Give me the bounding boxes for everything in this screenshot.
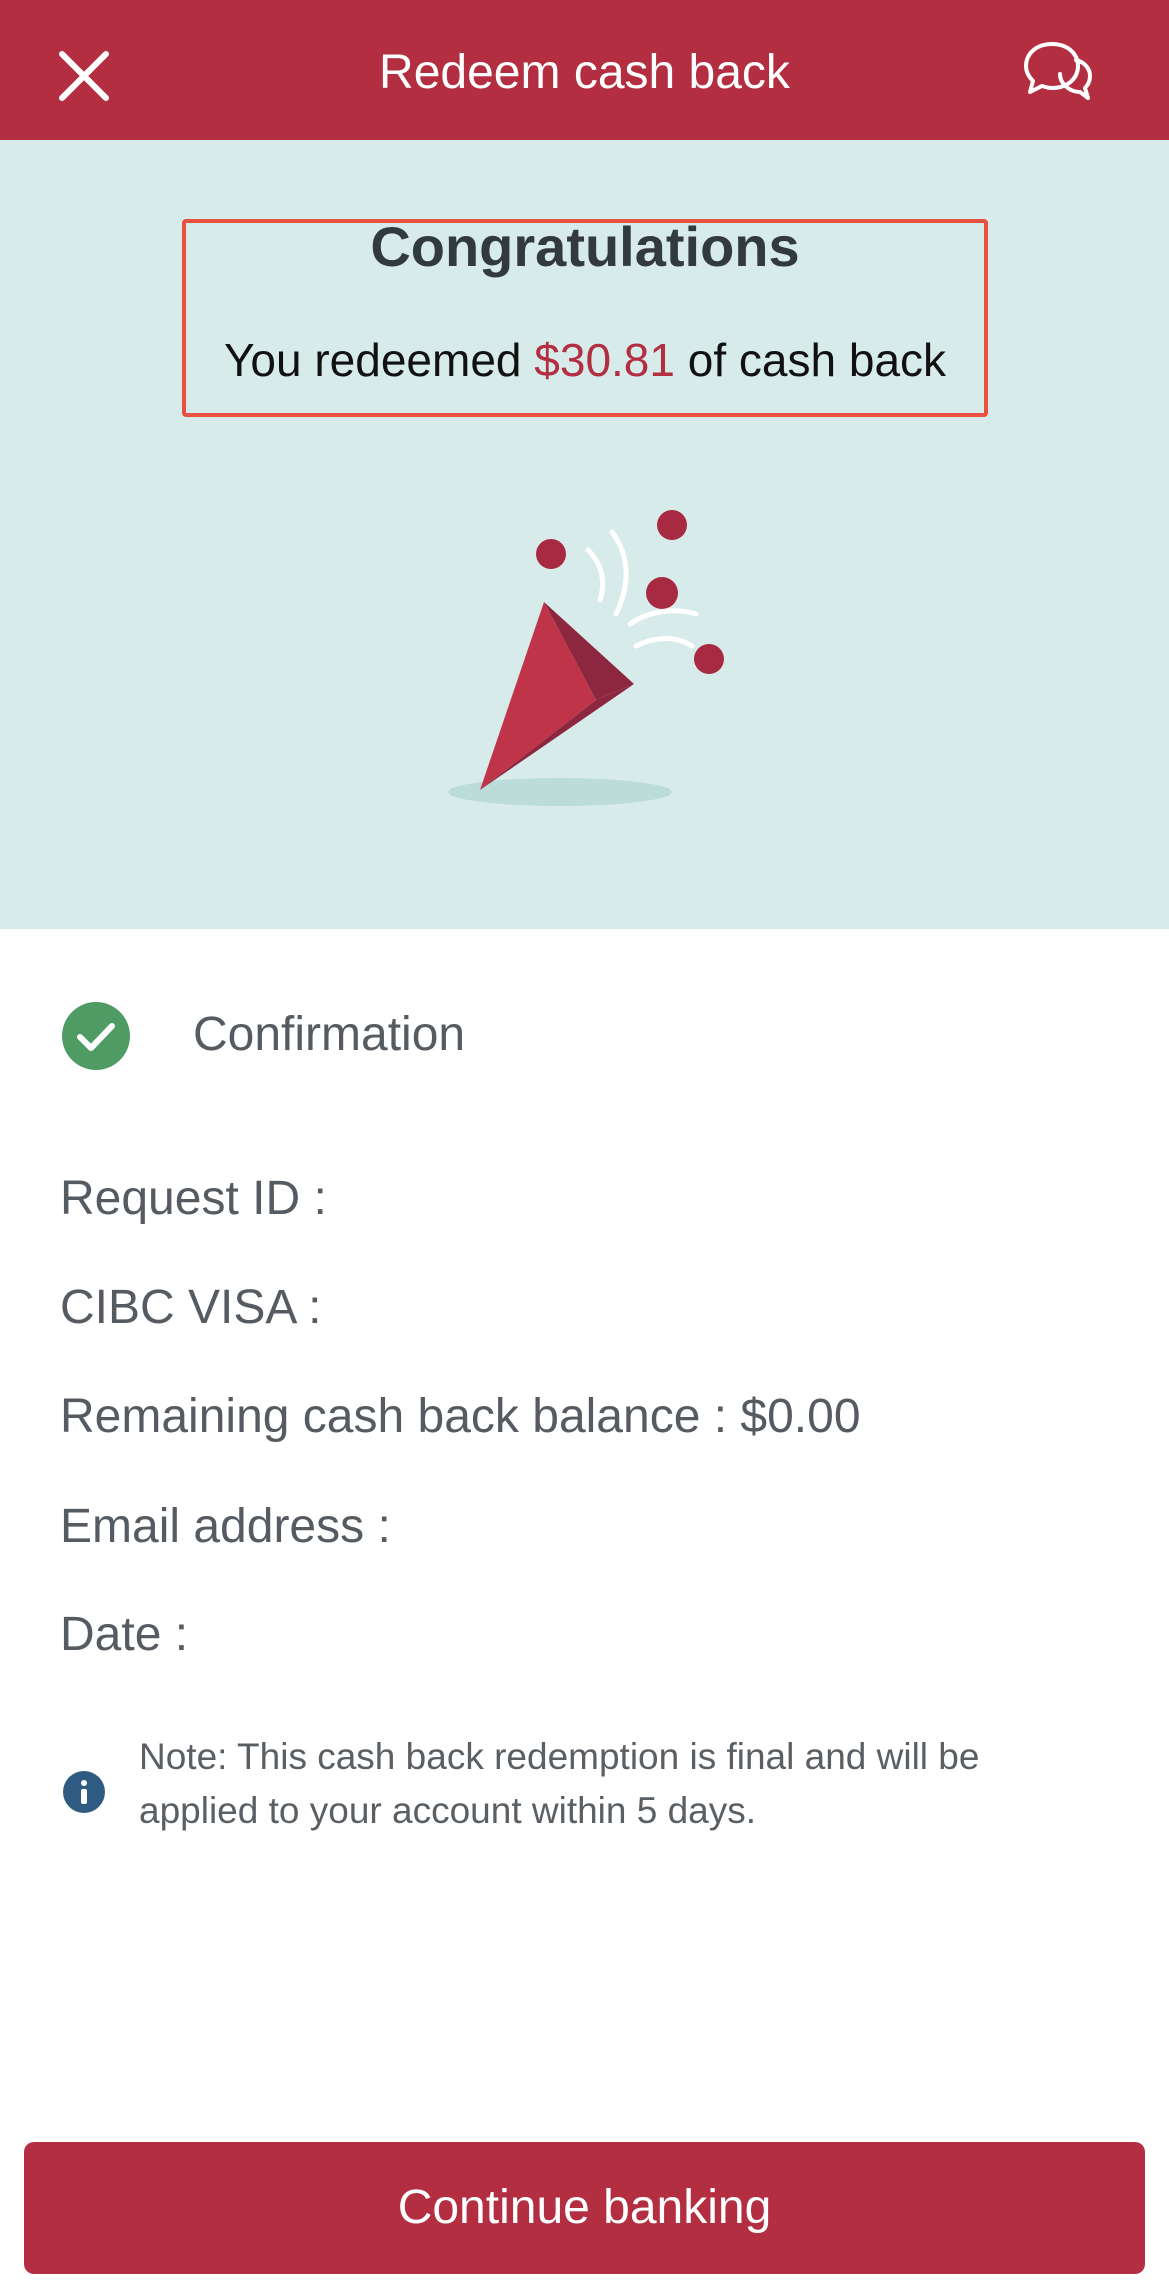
request-id-label: Request ID :	[60, 1172, 327, 1225]
chat-button[interactable]	[1018, 34, 1094, 110]
redeemed-prefix: You redeemed	[223, 334, 535, 386]
redeemed-message: You redeemed $30.81 of cash back	[182, 325, 988, 395]
app-header: Redeem cash back	[0, 0, 1169, 140]
note-text: Note: This cash back redemption is final…	[139, 1736, 980, 1831]
info-icon	[63, 1771, 105, 1813]
continue-banking-button[interactable]: Continue banking	[24, 2142, 1145, 2274]
redeemed-suffix: of cash back	[674, 334, 947, 386]
redeemed-amount: $30.81	[534, 334, 675, 386]
card-label: CIBC VISA :	[60, 1281, 322, 1334]
remaining-balance: Remaining cash back balance : $0.00	[60, 1390, 861, 1443]
confirmation-label: Confirmation	[193, 1008, 466, 1061]
congratulations-heading: Congratulations	[370, 215, 800, 278]
date-label: Date :	[60, 1608, 189, 1661]
page-title: Redeem cash back	[379, 46, 790, 99]
check-circle-icon	[62, 1002, 130, 1070]
chat-bubbles-icon	[1024, 42, 1092, 100]
party-popper-icon	[420, 490, 740, 820]
email-label: Email address :	[60, 1500, 391, 1553]
